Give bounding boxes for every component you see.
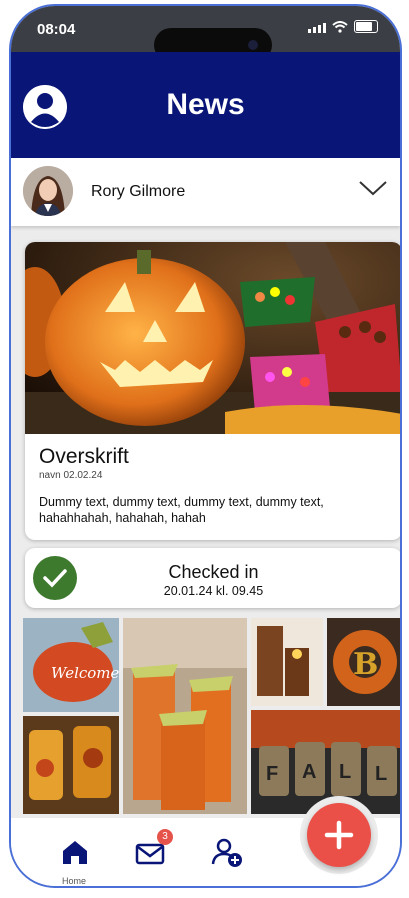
wifi-icon — [332, 21, 348, 33]
photo-gallery: Welcome B F A L L — [23, 618, 402, 814]
avatar — [23, 166, 73, 216]
gallery-photo[interactable] — [251, 618, 323, 706]
news-body: Dummy text, dummy text, dummy text, dumm… — [39, 495, 324, 525]
tab-add-user[interactable] — [211, 838, 243, 873]
gallery-photo[interactable] — [123, 618, 247, 814]
plus-icon — [324, 820, 354, 850]
messages-badge: 3 — [157, 829, 173, 845]
status-icons — [308, 20, 378, 33]
jar-letter: L — [339, 761, 351, 783]
gallery-photo[interactable]: B — [327, 618, 402, 706]
status-time: 08:04 — [37, 21, 76, 38]
app-header: News — [11, 52, 400, 158]
mail-icon — [135, 843, 165, 865]
jar-letter: F — [266, 763, 278, 785]
news-card[interactable]: Overskrift navn 02.02.24 Dummy text, dum… — [25, 242, 400, 540]
gallery-photo[interactable]: Welcome — [23, 618, 120, 712]
profile-selector[interactable]: Rory Gilmore — [11, 158, 400, 226]
chevron-down-icon[interactable] — [358, 178, 388, 198]
news-headline: Overskrift — [39, 445, 129, 468]
home-icon — [63, 841, 87, 864]
wreath-letter: B — [353, 647, 378, 682]
profile-name: Rory Gilmore — [91, 183, 186, 200]
battery-icon — [354, 20, 378, 33]
news-image — [25, 242, 400, 434]
jar-letter: A — [302, 761, 316, 783]
checkin-title: Checked in — [168, 562, 259, 582]
page-title: News — [166, 88, 245, 121]
tab-messages[interactable] — [135, 842, 165, 871]
jar-letter: L — [375, 763, 387, 785]
tab-home[interactable] — [61, 838, 89, 871]
checkin-time: 20.01.24 kl. 09.45 — [163, 584, 264, 598]
gallery-photo[interactable] — [23, 716, 119, 814]
add-post-button[interactable] — [307, 803, 371, 867]
status-bar: 08:04 — [11, 6, 400, 62]
tab-home-label: Home — [61, 876, 86, 886]
checkin-card[interactable]: Checked in 20.01.24 kl. 09.45 — [25, 548, 400, 608]
phone-frame: 08:04 News Rory Gilmore Overskrift navn … — [9, 4, 402, 888]
signal-icon — [308, 23, 326, 33]
welcome-sign-text: Welcome — [51, 664, 120, 682]
news-meta: navn 02.02.24 — [39, 470, 103, 481]
add-user-icon — [211, 838, 242, 867]
